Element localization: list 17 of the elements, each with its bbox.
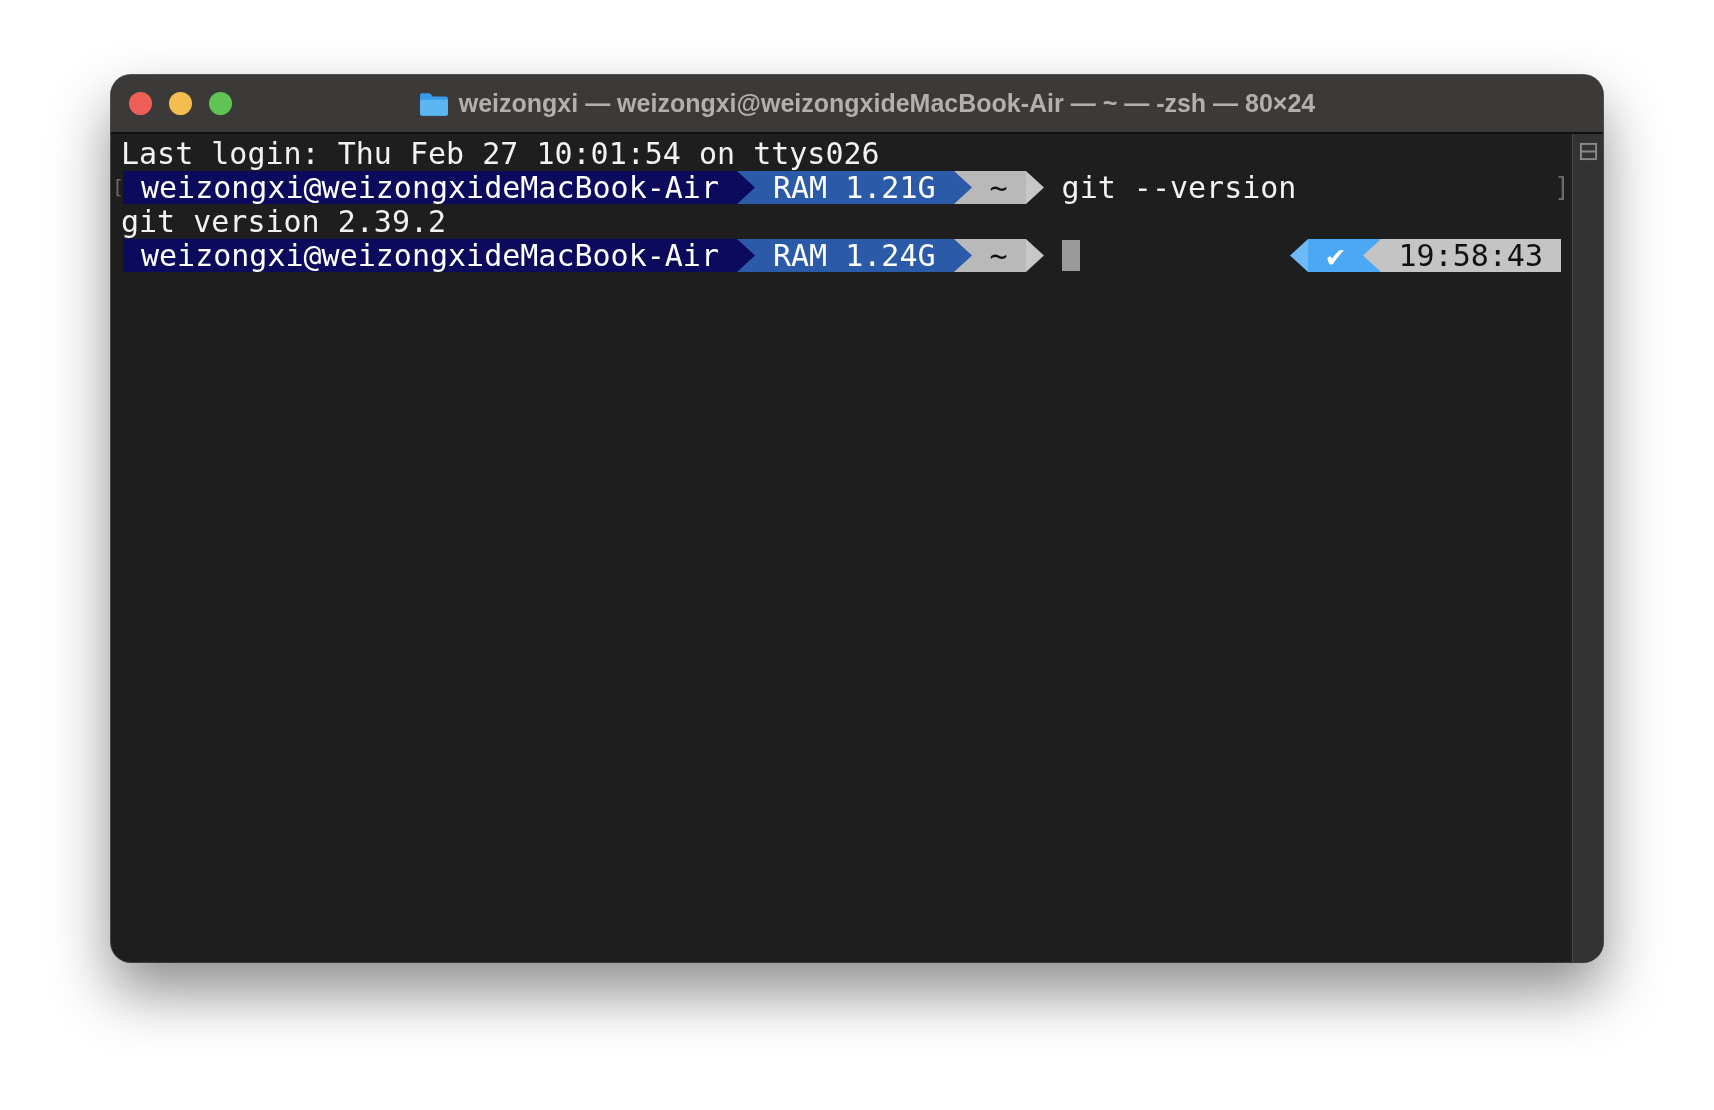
folder-icon bbox=[418, 90, 449, 117]
close-button[interactable] bbox=[129, 92, 152, 115]
split-pane-icon[interactable] bbox=[1578, 142, 1598, 161]
prompt-segment: ~ bbox=[971, 170, 1026, 204]
mark-bracket: ] bbox=[1554, 172, 1570, 202]
segment-arrow bbox=[1025, 170, 1044, 204]
prompt-segment: ✔ bbox=[1308, 238, 1363, 272]
zoom-button[interactable] bbox=[209, 92, 232, 115]
output-line: git version 2.39.2 bbox=[121, 203, 447, 239]
segment-arrow bbox=[1290, 238, 1309, 272]
prompt-segment: ~ bbox=[971, 238, 1026, 272]
output-line: Last login: Thu Feb 27 10:01:54 on ttys026 bbox=[121, 135, 880, 171]
segment-arrow bbox=[1025, 238, 1044, 272]
command-text: git --version bbox=[1061, 169, 1297, 205]
window-title: weizongxi — weizongxi@weizongxideMacBook-Air — ~ — -zsh — 80×24 bbox=[458, 89, 1316, 118]
mark-bracket: [ bbox=[112, 175, 125, 199]
minimize-button[interactable] bbox=[169, 92, 192, 115]
